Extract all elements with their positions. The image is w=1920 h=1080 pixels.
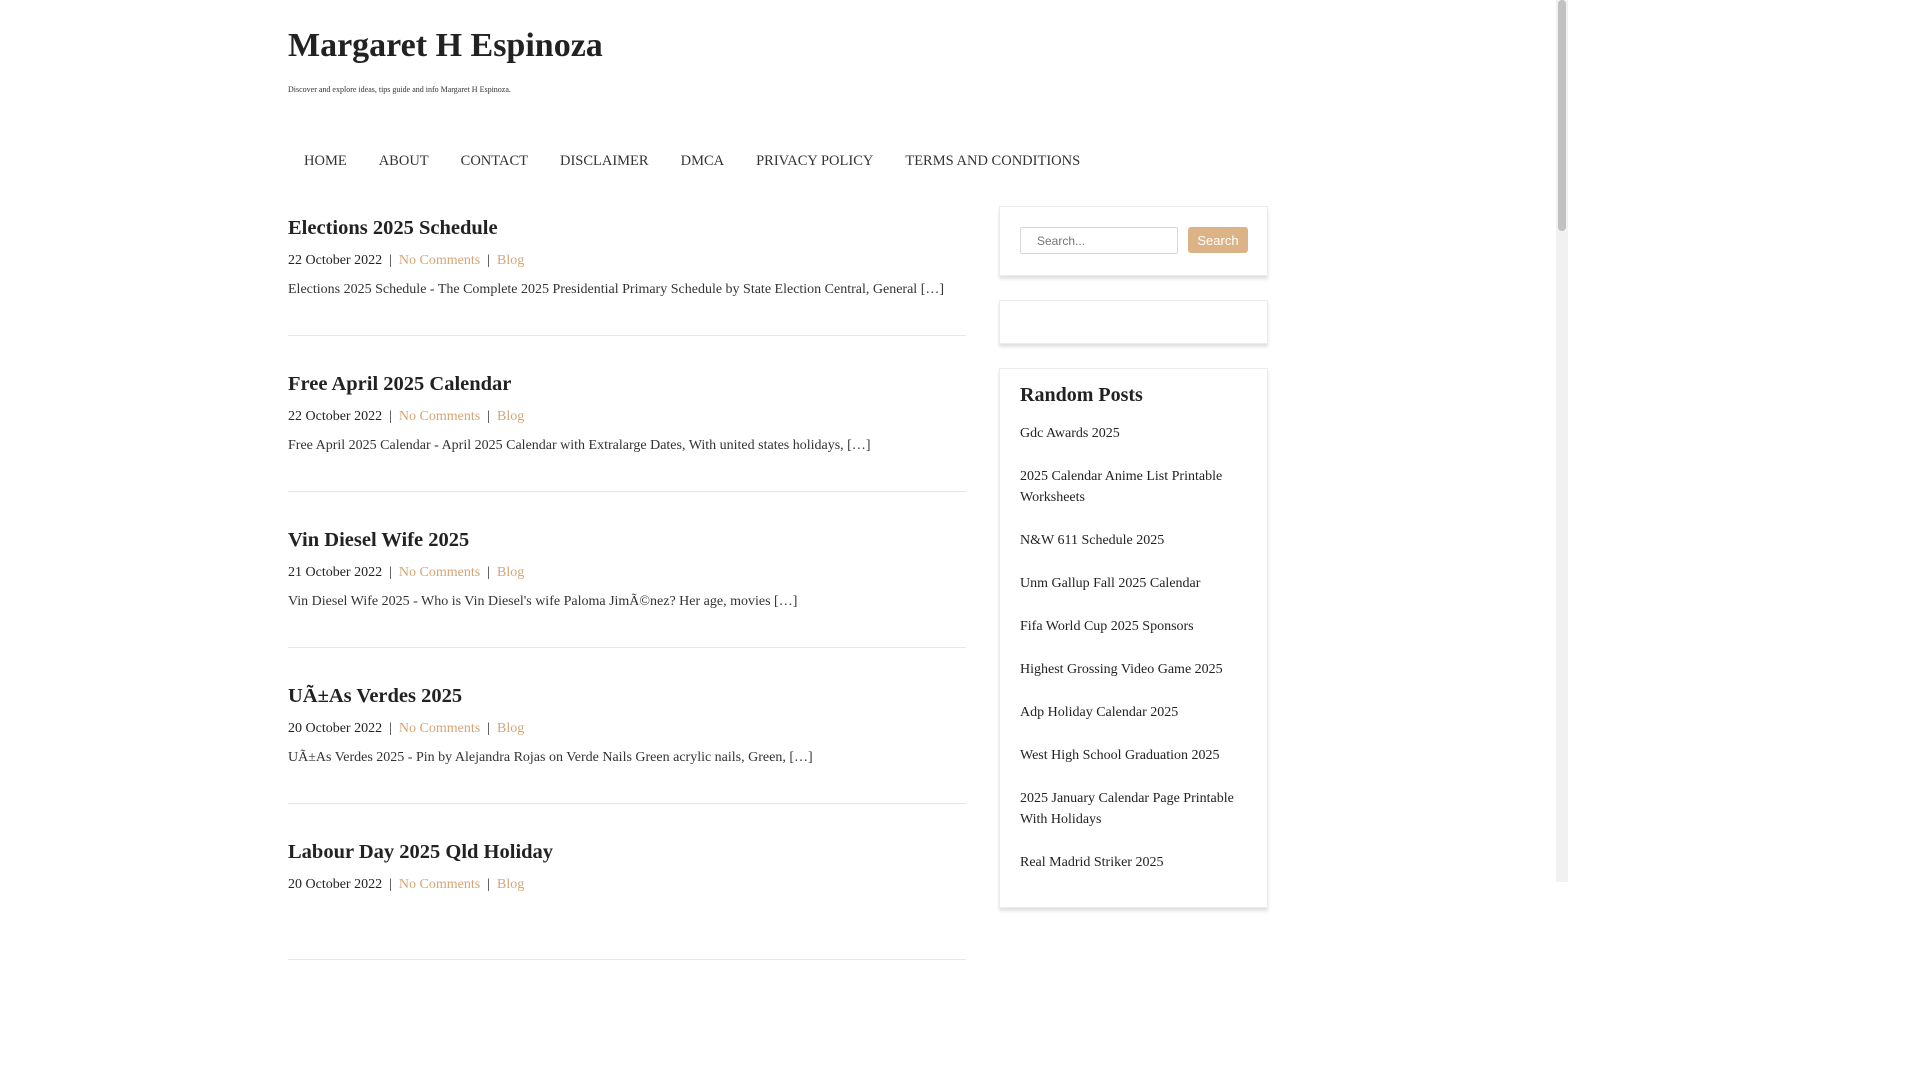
nav-disclaimer[interactable]: DISCLAIMER <box>544 148 665 174</box>
search-widget: Search <box>999 206 1268 276</box>
post-meta: 22 October 2022 | No Comments | Blog <box>288 251 524 271</box>
post-comments-link[interactable]: No Comments <box>399 409 480 424</box>
list-item: Adp Holiday Calendar 2025 <box>1020 702 1247 723</box>
meta-separator: | <box>487 409 490 424</box>
random-post-link[interactable]: West High School Graduation 2025 <box>1020 748 1220 763</box>
post-excerpt: Vin Diesel Wife 2025 - Who is Vin Diesel… <box>288 594 798 609</box>
post-title[interactable]: UÃ±As Verdes 2025 <box>288 682 462 710</box>
list-item: Fifa World Cup 2025 Sponsors <box>1020 616 1247 637</box>
post-item: Labour Day 2025 Qld Holiday 20 October 2… <box>288 830 966 960</box>
list-item: Unm Gallup Fall 2025 Calendar <box>1020 573 1247 594</box>
search-button[interactable]: Search <box>1188 227 1248 253</box>
post-list: Elections 2025 Schedule 22 October 2022 |… <box>288 206 966 986</box>
post-comments-link[interactable]: No Comments <box>399 877 480 892</box>
post-title[interactable]: Labour Day 2025 Qld Holiday <box>288 838 553 866</box>
meta-separator: | <box>487 565 490 580</box>
random-post-link[interactable]: N&W 611 Schedule 2025 <box>1020 533 1164 548</box>
sidebar: Search Random Posts Gdc Awards 2025 2025… <box>999 206 1268 932</box>
post-title[interactable]: Elections 2025 Schedule <box>288 214 498 242</box>
random-post-link[interactable]: 2025 Calendar Anime List Printable Works… <box>1020 469 1222 505</box>
post-item: Free April 2025 Calendar 22 October 2022… <box>288 362 966 492</box>
post-meta: 20 October 2022 | No Comments | Blog <box>288 875 524 895</box>
post-comments-link[interactable]: No Comments <box>399 253 480 268</box>
meta-separator: | <box>487 721 490 736</box>
random-post-link[interactable]: Highest Grossing Video Game 2025 <box>1020 662 1223 677</box>
post-date: 22 October 2022 <box>288 253 383 268</box>
meta-separator: | <box>389 721 392 736</box>
page-scrollbar[interactable] <box>1556 0 1568 882</box>
post-excerpt: Free April 2025 Calendar - April 2025 Ca… <box>288 438 871 453</box>
list-item: 2025 Calendar Anime List Printable Works… <box>1020 466 1247 508</box>
random-post-link[interactable]: Unm Gallup Fall 2025 Calendar <box>1020 576 1200 591</box>
post-date: 20 October 2022 <box>288 721 383 736</box>
post-excerpt: UÃ±As Verdes 2025 - Pin by Alejandra Roj… <box>288 750 813 765</box>
post-meta: 20 October 2022 | No Comments | Blog <box>288 719 524 739</box>
random-posts-list: Gdc Awards 2025 2025 Calendar Anime List… <box>1020 423 1247 873</box>
list-item: West High School Graduation 2025 <box>1020 745 1247 766</box>
meta-separator: | <box>389 409 392 424</box>
nav-privacy-policy[interactable]: PRIVACY POLICY <box>740 148 889 174</box>
random-post-link[interactable]: Gdc Awards 2025 <box>1020 426 1120 441</box>
post-meta: 21 October 2022 | No Comments | Blog <box>288 563 524 583</box>
search-input[interactable] <box>1020 227 1178 254</box>
post-date: 22 October 2022 <box>288 409 383 424</box>
post-date: 20 October 2022 <box>288 877 383 892</box>
nav-home[interactable]: HOME <box>288 148 363 174</box>
main-nav: HOME ABOUT CONTACT DISCLAIMER DMCA PRIVA… <box>288 148 1096 174</box>
list-item: Gdc Awards 2025 <box>1020 423 1247 444</box>
meta-separator: | <box>389 877 392 892</box>
list-item: 2025 January Calendar Page Printable Wit… <box>1020 788 1247 830</box>
post-category-link[interactable]: Blog <box>497 253 524 268</box>
random-post-link[interactable]: Adp Holiday Calendar 2025 <box>1020 705 1178 720</box>
post-title[interactable]: Free April 2025 Calendar <box>288 370 511 398</box>
post-category-link[interactable]: Blog <box>497 721 524 736</box>
post-date: 21 October 2022 <box>288 565 383 580</box>
list-item: Highest Grossing Video Game 2025 <box>1020 659 1247 680</box>
nav-about[interactable]: ABOUT <box>363 148 445 174</box>
post-comments-link[interactable]: No Comments <box>399 565 480 580</box>
scrollbar-thumb[interactable] <box>1558 0 1566 231</box>
post-category-link[interactable]: Blog <box>497 409 524 424</box>
nav-contact[interactable]: CONTACT <box>445 148 544 174</box>
post-category-link[interactable]: Blog <box>497 877 524 892</box>
meta-separator: | <box>389 565 392 580</box>
post-comments-link[interactable]: No Comments <box>399 721 480 736</box>
nav-dmca[interactable]: DMCA <box>665 148 741 174</box>
random-post-link[interactable]: Fifa World Cup 2025 Sponsors <box>1020 619 1194 634</box>
post-excerpt: Elections 2025 Schedule - The Complete 2… <box>288 282 945 297</box>
post-category-link[interactable]: Blog <box>497 565 524 580</box>
list-item: Real Madrid Striker 2025 <box>1020 852 1247 873</box>
site-title[interactable]: Margaret H Espinoza <box>288 24 603 68</box>
post-item: UÃ±As Verdes 2025 20 October 2022 | No Com… <box>288 674 966 804</box>
nav-terms-and-conditions[interactable]: TERMS AND CONDITIONS <box>889 148 1096 174</box>
post-title[interactable]: Vin Diesel Wife 2025 <box>288 526 469 554</box>
random-posts-widget: Random Posts Gdc Awards 2025 2025 Calend… <box>999 368 1268 908</box>
post-item: Elections 2025 Schedule 22 October 2022 |… <box>288 206 966 336</box>
post-meta: 22 October 2022 | No Comments | Blog <box>288 407 524 427</box>
list-item: N&W 611 Schedule 2025 <box>1020 530 1247 551</box>
empty-widget <box>999 300 1268 344</box>
meta-separator: | <box>389 253 392 268</box>
meta-separator: | <box>487 877 490 892</box>
post-item: Vin Diesel Wife 2025 21 October 2022 | No … <box>288 518 966 648</box>
meta-separator: | <box>487 253 490 268</box>
random-posts-title: Random Posts <box>1020 384 1143 406</box>
site-description: Discover and explore ideas, tips guide a… <box>288 85 511 94</box>
random-post-link[interactable]: 2025 January Calendar Page Printable Wit… <box>1020 791 1234 827</box>
random-post-link[interactable]: Real Madrid Striker 2025 <box>1020 855 1163 870</box>
